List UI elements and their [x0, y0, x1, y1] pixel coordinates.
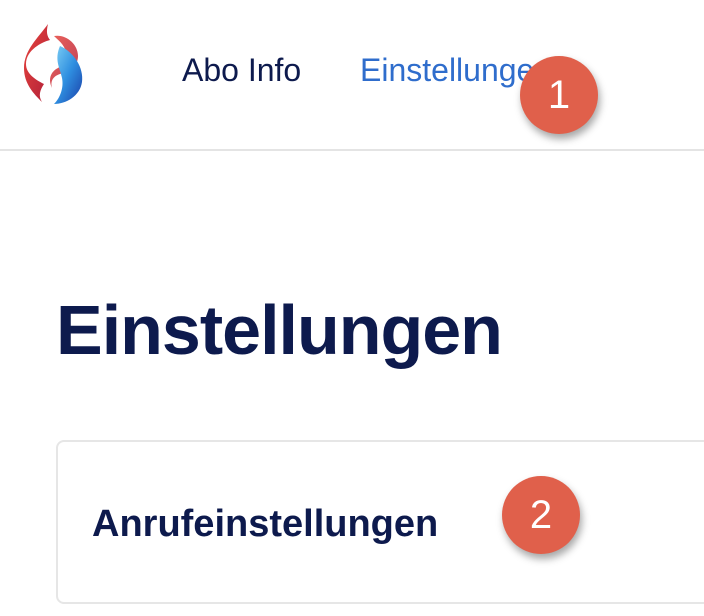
annotation-badge-2: 2	[502, 476, 580, 554]
card-label: Anrufeinstellungen	[92, 503, 439, 545]
annotation-badge-1: 1	[520, 56, 598, 134]
nav-abo-info[interactable]: Abo Info	[182, 52, 301, 88]
swisscom-logo[interactable]	[20, 22, 88, 106]
page-title: Einstellungen	[56, 291, 503, 369]
top-header: Abo Info Einstellungen	[0, 0, 704, 151]
card-anrufeinstellungen[interactable]: Anrufeinstellungen	[56, 440, 704, 604]
